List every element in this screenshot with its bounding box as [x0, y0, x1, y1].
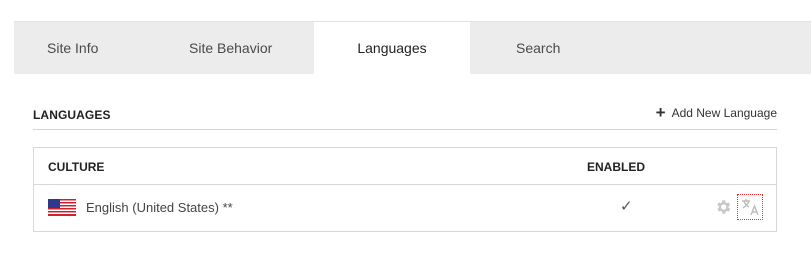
checkmark-icon: ✓: [620, 198, 633, 215]
add-new-language-button[interactable]: + Add New Language: [655, 103, 777, 122]
add-new-language-label: Add New Language: [671, 106, 777, 120]
language-culture-name: English (United States) **: [86, 200, 233, 215]
us-flag-icon: [48, 199, 76, 216]
tab-languages[interactable]: Languages: [314, 22, 470, 75]
tab-bar: Site Info Site Behavior Languages Search: [14, 21, 811, 75]
translate-button[interactable]: [737, 194, 763, 220]
table-row: English (United States) ** ✓: [34, 185, 776, 231]
languages-section-header: LANGUAGES + Add New Language: [33, 104, 777, 130]
column-header-culture: CULTURE: [48, 160, 105, 174]
tab-site-behavior[interactable]: Site Behavior: [189, 22, 272, 75]
table-header: CULTURE ENABLED: [34, 148, 776, 185]
tab-search[interactable]: Search: [516, 22, 560, 75]
column-header-enabled: ENABLED: [587, 160, 646, 174]
languages-table: CULTURE ENABLED English (United States) …: [33, 147, 777, 232]
section-title: LANGUAGES: [33, 108, 111, 122]
gear-icon[interactable]: [714, 198, 732, 216]
plus-icon: +: [655, 103, 666, 122]
tab-site-info[interactable]: Site Info: [47, 22, 98, 75]
translate-icon: [742, 199, 759, 216]
